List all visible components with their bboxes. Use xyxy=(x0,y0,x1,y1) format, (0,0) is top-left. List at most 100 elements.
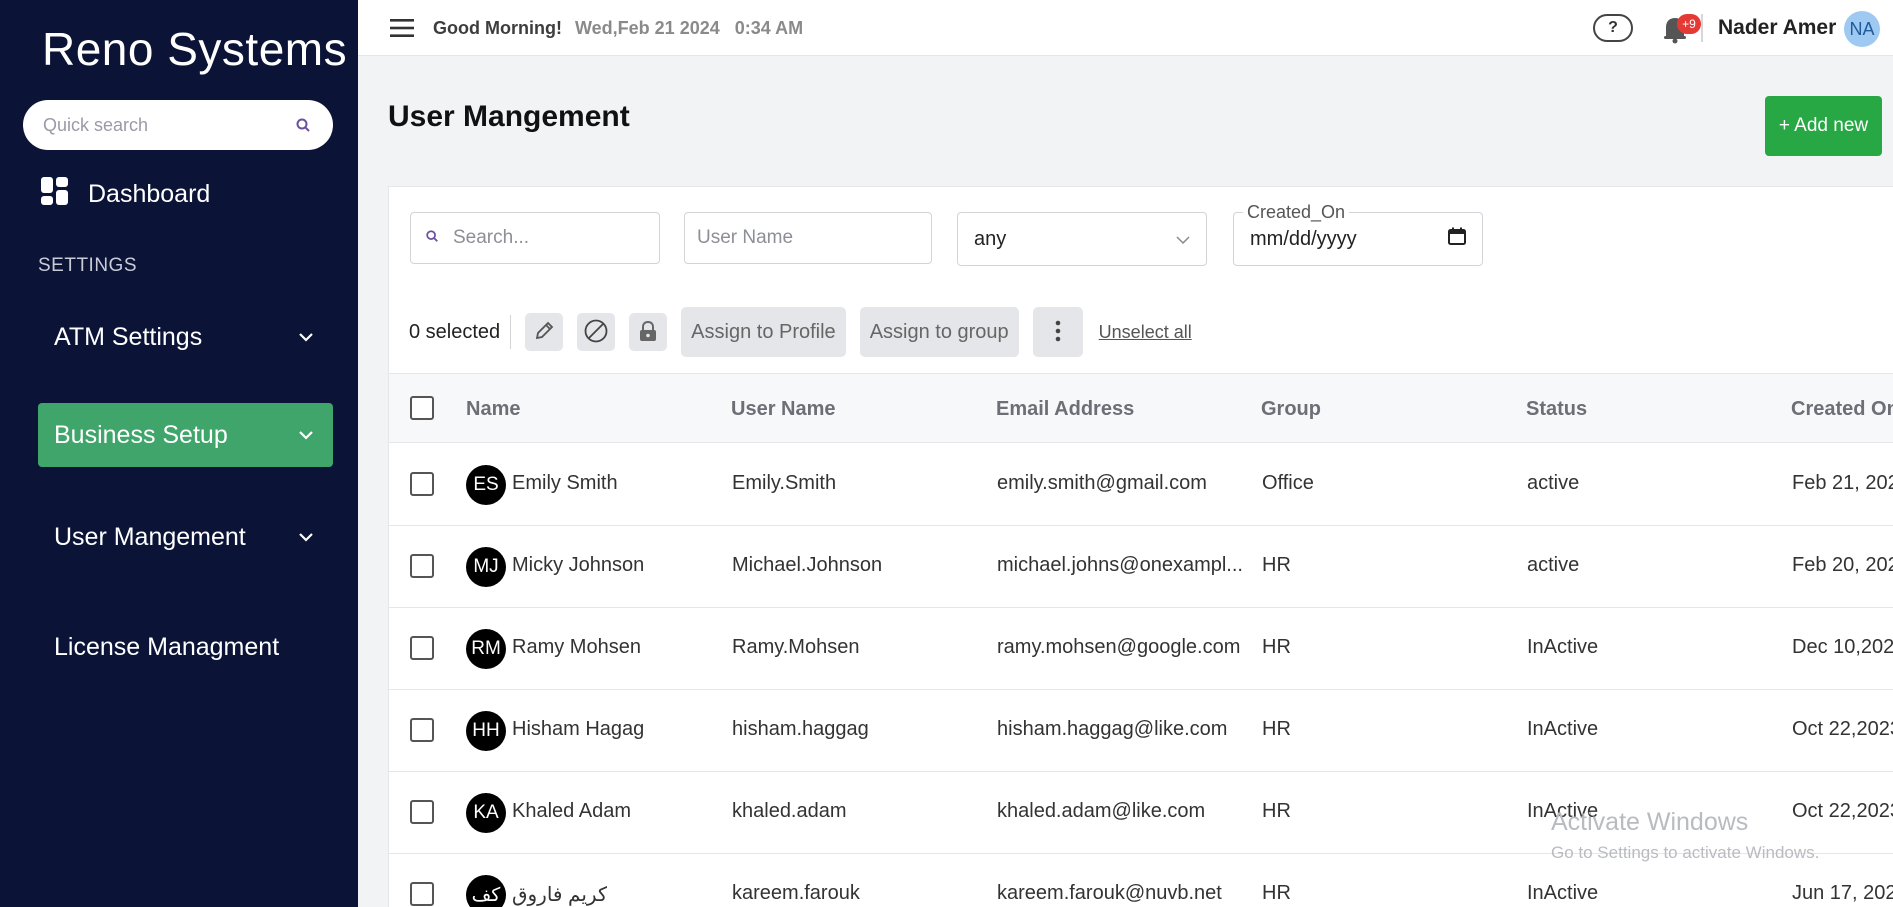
cell-status: InActive xyxy=(1527,882,1599,904)
sidebar-item-label: User Mangement xyxy=(54,522,246,551)
select-all-checkbox[interactable] xyxy=(410,396,434,420)
current-datetime: Wed,Feb 21 2024 0:34 AM xyxy=(575,18,804,38)
kebab-menu-icon xyxy=(1055,320,1061,345)
selected-count: 0 selected xyxy=(409,320,501,343)
disable-button[interactable] xyxy=(577,313,616,351)
column-header-group[interactable]: Group xyxy=(1261,398,1321,421)
cell-created-on: Feb 20, 2024 xyxy=(1792,554,1893,576)
cell-created-on: Dec 10,2023 xyxy=(1792,636,1893,658)
current-user-name[interactable]: Nader Amer xyxy=(1718,16,1836,40)
row-checkbox[interactable] xyxy=(410,554,434,578)
cell-status: active xyxy=(1527,554,1580,576)
unselect-all-link[interactable]: Unselect all xyxy=(1099,322,1192,343)
cell-email: michael.johns@onexampl... xyxy=(997,554,1243,576)
sidebar-item-label: Dashboard xyxy=(88,180,211,208)
table-row[interactable]: RM Ramy Mohsen Ramy.Mohsen ramy.mohsen@g… xyxy=(389,608,1893,690)
avatar: RM xyxy=(466,629,506,669)
cell-email: kareem.farouk@nuvb.net xyxy=(997,882,1222,904)
cell-username: Emily.Smith xyxy=(732,472,837,494)
column-header-status[interactable]: Status xyxy=(1526,398,1587,421)
search-icon xyxy=(293,115,313,135)
more-actions-button[interactable] xyxy=(1032,307,1083,357)
row-checkbox[interactable] xyxy=(410,718,434,742)
cell-name: كريم فاروق xyxy=(512,884,608,906)
cell-name: Ramy Mohsen xyxy=(512,636,641,658)
activate-windows-watermark: Activate Windows Go to Settings to activ… xyxy=(1551,808,1819,863)
cell-group: HR xyxy=(1262,636,1291,658)
lock-button[interactable] xyxy=(629,313,668,351)
table-search-box[interactable] xyxy=(410,212,698,264)
quick-search-input[interactable] xyxy=(43,114,293,136)
chevron-down-icon xyxy=(295,526,317,548)
cell-username: khaled.adam xyxy=(732,800,847,822)
cell-username: Ramy.Mohsen xyxy=(732,636,860,658)
sidebar-item-dashboard[interactable]: Dashboard xyxy=(40,176,210,213)
table-row[interactable]: HH Hisham Hagag hisham.haggag hisham.hag… xyxy=(389,690,1893,772)
user-avatar[interactable]: NA xyxy=(1844,11,1880,47)
cell-created-on: Oct 22,2023 xyxy=(1792,718,1893,740)
cell-group: HR xyxy=(1262,882,1291,904)
quick-search-box[interactable] xyxy=(23,100,333,150)
cell-created-on: Jun 17, 2023 xyxy=(1792,882,1893,904)
chevron-down-icon xyxy=(1176,228,1190,251)
cell-username: kareem.farouk xyxy=(732,882,860,904)
cell-status: active xyxy=(1527,472,1580,494)
divider xyxy=(1701,14,1703,42)
username-filter-input[interactable] xyxy=(684,212,932,264)
created-on-label: Created_On xyxy=(1243,202,1350,223)
sidebar-item-label: Business Setup xyxy=(54,420,228,449)
help-button[interactable]: ? xyxy=(1593,14,1633,42)
status-filter-select[interactable]: any xyxy=(957,212,1207,266)
column-header-name[interactable]: Name xyxy=(466,398,520,421)
block-icon xyxy=(583,318,609,347)
cell-created-on: Feb 21, 2024 xyxy=(1792,472,1893,494)
date-placeholder: mm/dd/yyyy xyxy=(1250,227,1357,250)
calendar-icon[interactable] xyxy=(1448,227,1466,251)
search-input[interactable] xyxy=(453,227,698,249)
cell-group: Office xyxy=(1262,472,1314,494)
cell-group: HR xyxy=(1262,718,1291,740)
column-header-email[interactable]: Email Address xyxy=(996,398,1134,421)
cell-username: hisham.haggag xyxy=(732,718,869,740)
sidebar-item-license-management[interactable]: License Managment xyxy=(38,615,333,679)
chevron-down-icon xyxy=(295,326,317,348)
watermark-subtitle: Go to Settings to activate Windows. xyxy=(1551,843,1820,862)
cell-email: hisham.haggag@like.com xyxy=(997,718,1228,740)
chevron-down-icon xyxy=(295,424,317,446)
bulk-actions-bar: 0 selected Assign to Profile Assign to g… xyxy=(409,307,1192,357)
hamburger-menu-icon[interactable] xyxy=(390,18,414,38)
table-row[interactable]: ES Emily Smith Emily.Smith emily.smith@g… xyxy=(389,444,1893,526)
row-checkbox[interactable] xyxy=(410,636,434,660)
sidebar-item-label: License Managment xyxy=(54,632,280,661)
edit-button[interactable] xyxy=(525,313,564,351)
cell-email: emily.smith@gmail.com xyxy=(997,472,1207,494)
row-checkbox[interactable] xyxy=(410,472,434,496)
cell-group: HR xyxy=(1262,554,1291,576)
sidebar-item-business-setup[interactable]: Business Setup xyxy=(38,403,333,467)
users-card: any mm/dd/yyyy Created_On 0 selected Ass… xyxy=(388,186,1893,907)
sidebar-item-atm-settings[interactable]: ATM Settings xyxy=(38,305,333,369)
settings-section-heading: SETTINGS xyxy=(38,255,138,276)
cell-status: InActive xyxy=(1527,718,1599,740)
avatar: كف xyxy=(466,875,506,907)
row-checkbox[interactable] xyxy=(410,800,434,824)
add-new-button[interactable]: + Add new xyxy=(1765,96,1882,156)
cell-name: Micky Johnson xyxy=(512,554,645,576)
row-checkbox[interactable] xyxy=(410,882,434,906)
table-row[interactable]: MJ Micky Johnson Michael.Johnson michael… xyxy=(389,526,1893,608)
avatar: MJ xyxy=(466,547,506,587)
sidebar-item-user-management[interactable]: User Mangement xyxy=(38,505,333,569)
avatar: HH xyxy=(466,711,506,751)
assign-to-profile-button[interactable]: Assign to Profile xyxy=(681,307,846,357)
lock-icon xyxy=(638,320,658,345)
notification-count-badge: +9 xyxy=(1677,14,1701,34)
watermark-title: Activate Windows xyxy=(1551,808,1749,836)
avatar: KA xyxy=(466,793,506,833)
status-filter-value: any xyxy=(974,227,1007,250)
column-header-created-on[interactable]: Created On xyxy=(1791,398,1893,421)
column-header-username[interactable]: User Name xyxy=(731,398,836,421)
search-icon xyxy=(425,229,439,248)
avatar: ES xyxy=(466,465,506,505)
assign-to-group-button[interactable]: Assign to group xyxy=(859,307,1019,357)
table-header: Name User Name Email Address Group Statu… xyxy=(389,373,1893,443)
